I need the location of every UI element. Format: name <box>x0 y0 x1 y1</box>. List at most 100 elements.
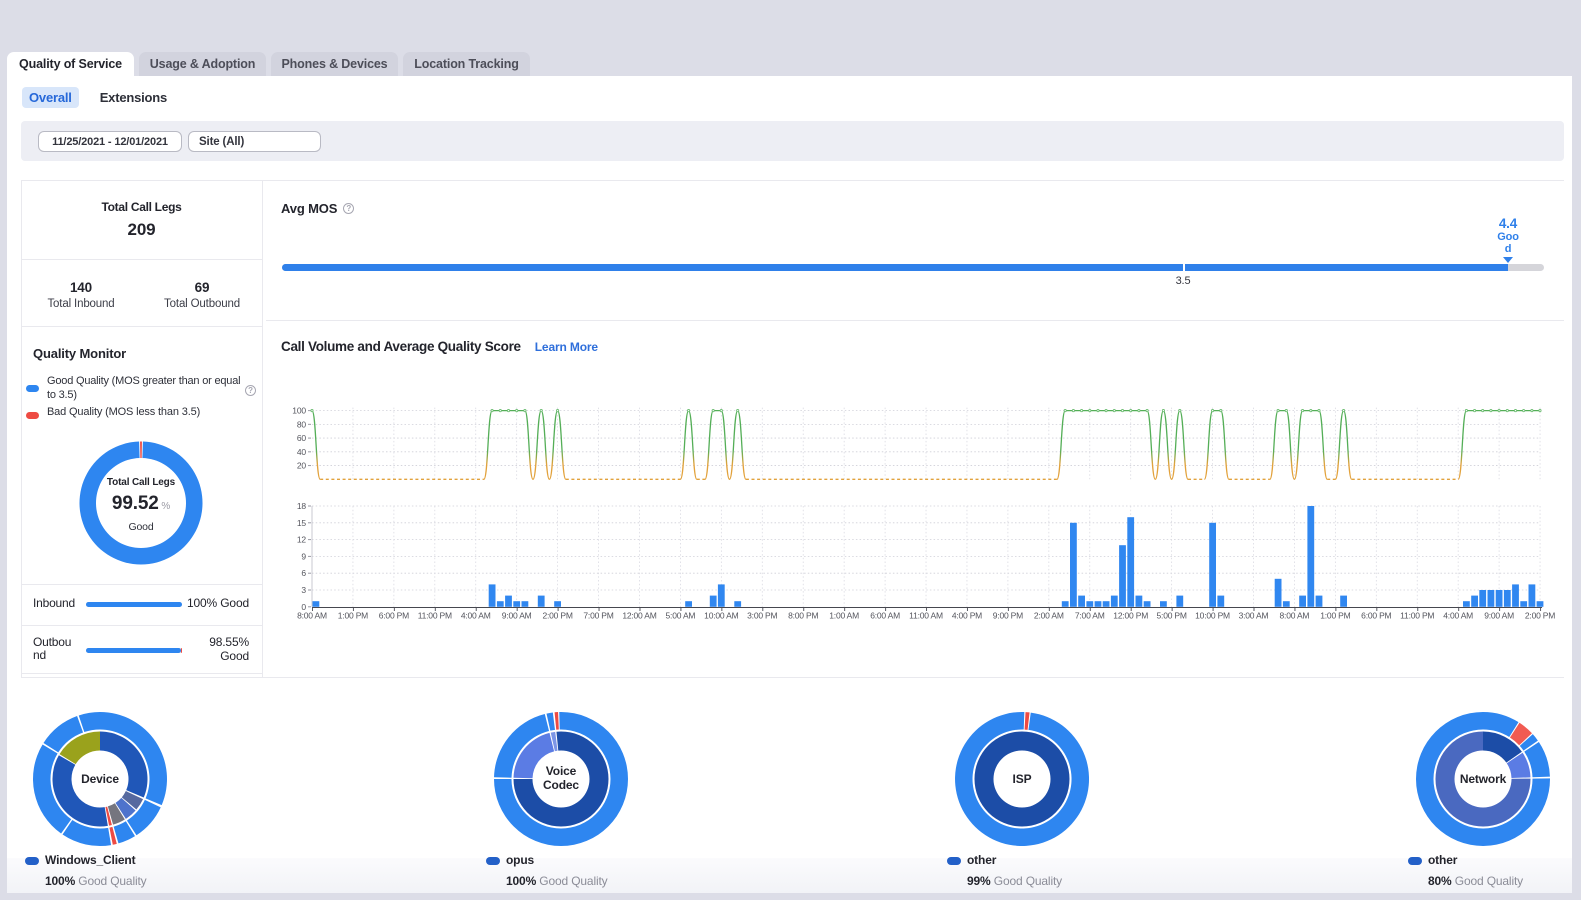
svg-text:6:00 PM: 6:00 PM <box>379 610 409 620</box>
date-range-input[interactable]: 11/25/2021 - 12/01/2021 <box>38 131 182 152</box>
breakdown-center-label-line: Codec <box>491 778 631 792</box>
svg-text:15: 15 <box>297 518 307 528</box>
line-chart-yticks: 20406080100 <box>292 406 311 471</box>
legend-good-swatch <box>26 385 39 392</box>
qm-donut-quality-word: Good <box>76 521 206 535</box>
outbound-quality-label: Outbound <box>33 636 75 664</box>
breakdown-center-label-line: ISP <box>952 772 1092 786</box>
svg-text:9:00 AM: 9:00 AM <box>502 610 532 620</box>
left-right-panel-divider <box>262 180 263 677</box>
avg-mos-marker-arrow <box>1503 257 1513 263</box>
svg-text:2:00 AM: 2:00 AM <box>1034 610 1064 620</box>
breakdown-legend-pct: 80% <box>1428 874 1452 888</box>
breakdown-center-label: Network <box>1413 772 1553 787</box>
breakdown-legend-rest: Good Quality <box>536 874 607 888</box>
left-panel-left-border <box>21 180 22 677</box>
svg-text:8:00 PM: 8:00 PM <box>788 610 818 620</box>
breakdown-legend-quality: 100% Good Quality <box>45 874 265 890</box>
tab-phones-devices[interactable]: Phones & Devices <box>271 52 398 76</box>
learn-more-link[interactable]: Learn More <box>535 340 598 354</box>
svg-text:11:00 PM: 11:00 PM <box>418 610 452 620</box>
svg-text:1:00 PM: 1:00 PM <box>1320 610 1350 620</box>
svg-text:60: 60 <box>297 433 307 443</box>
avg-mos-info-icon[interactable]: ? <box>343 203 354 214</box>
breakdown-legend-swatch <box>25 857 39 865</box>
inbound-quality-bar-good <box>86 602 182 607</box>
breakdown-legend-pct: 100% <box>506 874 536 888</box>
qm-percent-sign: % <box>159 501 170 512</box>
avg-mos-threshold-label: 3.5 <box>1163 275 1203 289</box>
svg-text:1:00 PM: 1:00 PM <box>338 610 368 620</box>
call-volume-title: Call Volume and Average Quality Score <box>281 339 521 354</box>
breakdown-legend-name: Windows_Client <box>45 853 265 869</box>
breakdown-center-label: VoiceCodec <box>491 764 631 794</box>
total-inbound-label: Total Inbound <box>21 298 141 313</box>
bar-chart-yticks: 0369121518 <box>297 501 311 612</box>
qm-divider-3 <box>21 673 262 674</box>
outer-segment <box>1022 712 1024 730</box>
svg-text:5:00 PM: 5:00 PM <box>1157 610 1187 620</box>
outer-segment <box>79 712 100 732</box>
qm-percent-value: 99.52 <box>112 493 159 514</box>
svg-text:20: 20 <box>297 461 307 471</box>
breakdown-legend-quality: 80% Good Quality <box>1428 874 1581 890</box>
call-volume-title-row: Call Volume and Average Quality Score Lea… <box>281 339 981 357</box>
breakdown-center-label-line: Network <box>1413 772 1553 786</box>
svg-text:11:00 PM: 11:00 PM <box>1400 610 1434 620</box>
subtab-extensions[interactable]: Extensions <box>93 87 174 108</box>
avg-mos-value: 4.4 <box>1488 216 1528 232</box>
svg-text:10:00 PM: 10:00 PM <box>1195 610 1230 620</box>
svg-text:12:00 PM: 12:00 PM <box>1113 610 1148 620</box>
avg-mos-title-row: Avg MOS? <box>281 199 481 217</box>
breakdown-legend-rest: Good Quality <box>1452 874 1523 888</box>
outbound-quality-value: 98.55% Good <box>181 636 249 664</box>
total-outbound-label: Total Outbound <box>142 298 262 313</box>
tab-usage-adoption[interactable]: Usage & Adoption <box>139 52 266 76</box>
outer-segment <box>559 712 561 730</box>
quality-monitor-info-icon[interactable]: ? <box>245 385 256 396</box>
breakdown-legend-rest: Good Quality <box>991 874 1062 888</box>
breakdown-legend-name: other <box>967 853 1187 869</box>
svg-text:1:00 AM: 1:00 AM <box>829 610 859 620</box>
svg-text:9:00 AM: 9:00 AM <box>1484 610 1514 620</box>
svg-text:4:00 AM: 4:00 AM <box>461 610 491 620</box>
svg-text:9:00 PM: 9:00 PM <box>993 610 1023 620</box>
subtab-overall[interactable]: Overall <box>22 87 79 108</box>
breakdown-legend-swatch <box>947 857 961 865</box>
call-volume-chart: 2040608010003691215188:00 AM1:00 PM6:00 … <box>280 400 1570 624</box>
svg-text:7:00 PM: 7:00 PM <box>583 610 613 620</box>
svg-text:6:00 PM: 6:00 PM <box>1361 610 1391 620</box>
svg-text:5:00 AM: 5:00 AM <box>666 610 696 620</box>
svg-text:7:00 AM: 7:00 AM <box>1075 610 1105 620</box>
tab-location-tracking[interactable]: Location Tracking <box>403 52 530 76</box>
svg-text:40: 40 <box>297 447 307 457</box>
qm-donut-bad-arc <box>140 442 142 459</box>
svg-text:12: 12 <box>297 535 307 545</box>
breakdown-legend-swatch <box>486 857 500 865</box>
content-panel: Overall Extensions 11/25/2021 - 12/01/202… <box>7 76 1572 893</box>
breakdown-legend-swatch <box>1408 857 1422 865</box>
site-filter-input[interactable]: Site (All) <box>188 131 321 152</box>
avg-mos-threshold-tick <box>1183 264 1185 271</box>
svg-text:3:00 AM: 3:00 AM <box>1239 610 1269 620</box>
outbound-quality-bar-good <box>86 648 181 653</box>
call-volume-chart-svg: 2040608010003691215188:00 AM1:00 PM6:00 … <box>280 400 1570 624</box>
qm-divider-1 <box>21 584 262 585</box>
svg-text:10:00 AM: 10:00 AM <box>704 610 738 620</box>
breakdown-legend-name: opus <box>506 853 726 869</box>
svg-text:100: 100 <box>292 406 306 416</box>
svg-text:9: 9 <box>301 551 306 561</box>
summary-divider-1 <box>21 259 262 260</box>
svg-text:2:00 PM: 2:00 PM <box>1525 610 1555 620</box>
tab-quality-of-service[interactable]: Quality of Service <box>7 52 134 76</box>
avg-mos-title: Avg MOS <box>281 201 337 216</box>
legend-bad-swatch <box>26 412 39 419</box>
avgmos-bottom-border <box>266 320 1564 321</box>
breakdown-center-label: ISP <box>952 772 1092 787</box>
top-tabbar: Quality of ServiceUsage & AdoptionPhones… <box>7 52 530 76</box>
inbound-quality-label: Inbound <box>33 597 75 613</box>
breakdown-center-label-line: Voice <box>491 764 631 778</box>
breakdown-legend-rest: Good Quality <box>75 874 146 888</box>
total-call-legs-value: 209 <box>21 220 262 244</box>
svg-text:18: 18 <box>297 501 307 511</box>
